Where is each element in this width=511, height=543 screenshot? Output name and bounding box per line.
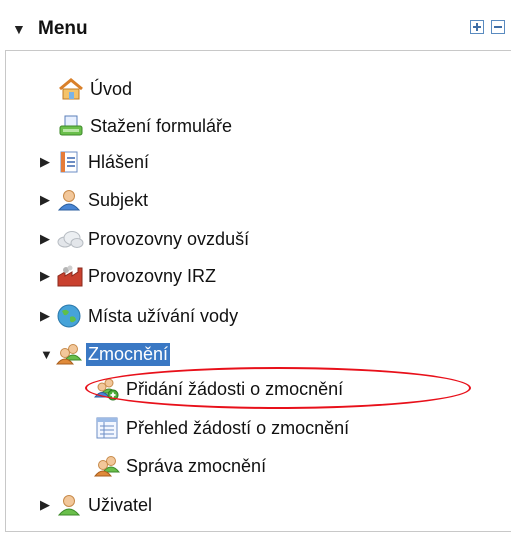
expand-arrow-icon[interactable]: ▶ [40,231,56,247]
tree-item-label: Správa zmocnění [126,455,267,476]
factory-icon [56,263,86,289]
tree-item-sprava-zmocneni[interactable]: Správa zmocnění [94,451,268,481]
menu-title: Menu [38,18,88,39]
tree-item-label-selected: Zmocnění [86,342,171,366]
expand-all-icon[interactable] [470,20,484,34]
expand-arrow-icon[interactable]: ▶ [40,192,56,208]
tree-item-uvod[interactable]: Úvod [58,74,134,104]
tree-item-label: Hlášení [88,151,150,172]
cloud-icon [56,226,86,252]
tree-item-label: Místa užívání vody [88,305,239,326]
collapse-all-icon[interactable] [491,20,505,34]
red-highlight-ellipse [85,367,471,409]
tree-item-label: Úvod [90,78,133,99]
tree-item-label: Uživatel [88,494,153,515]
expand-arrow-icon[interactable]: ▶ [40,308,56,324]
tree-item-label: Subjekt [88,189,149,210]
download-form-icon [58,113,88,139]
tree-item-provozovny-irz[interactable]: ▶ Provozovny IRZ [40,261,218,291]
expand-arrow-icon[interactable]: ▶ [40,268,56,284]
report-icon [56,149,86,175]
home-icon [58,76,88,102]
tree-item-label: Přehled žádostí o zmocnění [126,417,350,438]
tree-item-provozovny-ovzdusi[interactable]: ▶ Provozovny ovzduší [40,224,251,254]
tree-item-hlaseni[interactable]: ▶ Hlášení [40,147,151,177]
people-icon [56,341,86,367]
people-icon [94,453,124,479]
globe-icon [56,303,86,329]
tree-item-zmocneni[interactable]: ▼ Zmocnění [40,339,171,369]
person-icon [56,187,86,213]
expand-arrow-icon[interactable]: ▶ [40,497,56,513]
tree-item-uzivatel[interactable]: ▶ Uživatel [40,490,154,520]
tree-item-subjekt[interactable]: ▶ Subjekt [40,185,150,215]
list-icon [94,415,124,441]
tree-item-mista-uzivani-vody[interactable]: ▶ Místa užívání vody [40,301,240,331]
tree-item-label: Stažení formuláře [90,115,233,136]
user-icon [56,492,86,518]
tree-item-label: Provozovny IRZ [88,265,217,286]
tree-item-label: Provozovny ovzduší [88,228,250,249]
expand-arrow-icon[interactable]: ▶ [40,154,56,170]
collapse-arrow-icon[interactable]: ▼ [40,347,56,362]
menu-collapse-arrow[interactable]: ▼ [12,21,26,37]
tree-item-stazeni-formulare[interactable]: Stažení formuláře [58,111,234,141]
tree-item-prehled-zadosti[interactable]: Přehled žádostí o zmocnění [94,413,351,443]
